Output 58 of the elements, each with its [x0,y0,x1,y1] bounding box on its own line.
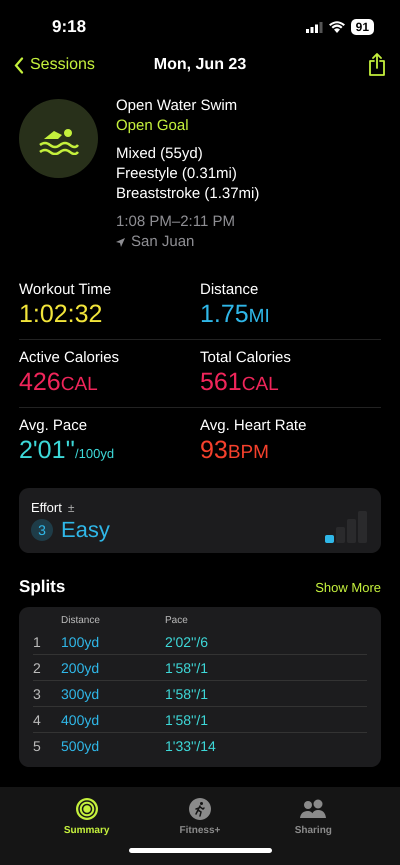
tab[interactable]: Fitness+ [164,797,235,836]
metric-value: 93BPM [200,435,270,466]
effort-rating: Easy [61,517,110,543]
split-index: 1 [33,634,42,650]
split-index: 3 [33,686,42,702]
split-pace: 2'02''/6 [165,634,210,650]
show-more-link[interactable]: Show More [315,580,381,594]
metric-value: 1:02:32 [19,299,104,329]
signal-icon [306,22,323,32]
split-distance: 400yd [61,712,100,728]
runner-icon [188,797,212,821]
location-arrow-icon [116,238,125,246]
effort-card[interactable]: Effort ± 3 Easy [19,488,381,553]
chevron-left-icon [14,56,24,74]
battery-level: 91 [350,19,374,35]
tab[interactable]: Sharing [278,797,348,836]
time-range: 1:08 PM–2:11 PM [116,212,236,232]
column-header: Pace [165,614,189,626]
workout-goal: Open Goal [116,116,190,136]
stroke-summary: Freestyle (0.31mi) [116,164,238,184]
split-pace: 1'33''/14 [165,738,217,754]
column-header: Distance [61,614,101,626]
split-distance: 300yd [61,686,100,702]
split-distance: 100yd [61,634,100,650]
metric-label: Avg. Pace [19,416,88,435]
stroke-summary: Breaststroke (1.37mi) [116,184,260,204]
share-icon[interactable] [368,53,386,77]
rings-icon [74,797,99,821]
metric-label: Avg. Heart Rate [200,416,308,435]
adjust-sign: ± [68,500,74,514]
metric-value: 1.75MI [200,299,271,330]
split-pace: 1'58''/1 [165,660,210,676]
split-distance: 200yd [61,660,100,676]
wifi-icon [328,21,345,33]
metric-label: Workout Time [19,280,112,299]
people-icon [298,797,328,821]
metric-label: Active Calories [19,348,120,367]
split-index: 5 [33,738,42,754]
status-time: 9:18 [52,17,86,37]
effort-label: Effort [31,500,62,515]
split-pace: 1'58''/1 [165,686,210,702]
split-index: 4 [33,712,42,728]
back-link[interactable]: Sessions [14,56,95,74]
split-distance: 500yd [61,738,100,754]
metric-value: 426CAL [19,367,99,398]
location: San Juan [131,232,194,252]
metric-value: 2'01''/100yd [19,435,116,466]
metric-value: 561CAL [200,367,280,398]
metric-label: Distance [200,280,260,299]
tab[interactable]: Summary [52,797,122,836]
metric-label: Total Calories [200,348,292,367]
workout-name: Open Water Swim [116,96,238,116]
nav-title: Mon, Jun 23 [154,56,246,74]
effort-score: 3 [31,519,53,541]
split-index: 2 [33,660,42,676]
stroke-summary: Mixed (55yd) [116,144,204,164]
section-title: Splits [19,577,66,597]
split-pace: 1'58''/1 [165,712,210,728]
